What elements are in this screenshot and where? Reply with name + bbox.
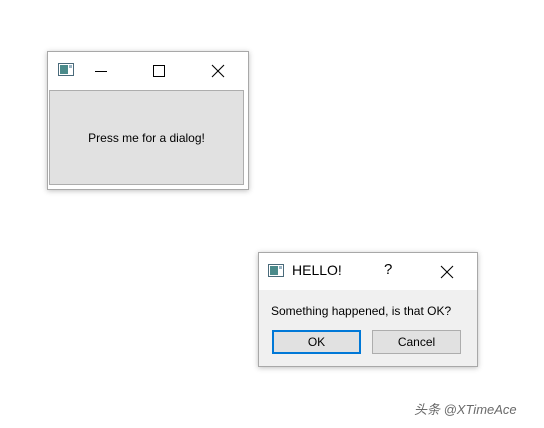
- help-button[interactable]: ?: [384, 261, 392, 278]
- cancel-button-label: Cancel: [397, 335, 436, 349]
- dialog-titlebar[interactable]: HELLO! ?: [259, 253, 477, 289]
- dialog-window: HELLO! ? Something happened, is that OK?…: [258, 252, 478, 367]
- minimize-icon[interactable]: [91, 61, 111, 81]
- ok-button-label: OK: [307, 335, 326, 349]
- close-icon[interactable]: [437, 262, 457, 282]
- watermark: 头条 @XTimeAce: [414, 402, 517, 417]
- open-dialog-button-label: Press me for a dialog!: [88, 130, 205, 145]
- main-titlebar[interactable]: [48, 52, 248, 89]
- dialog-message: Something happened, is that OK?: [271, 304, 452, 318]
- close-icon[interactable]: [208, 61, 228, 81]
- maximize-icon[interactable]: [149, 61, 169, 81]
- cancel-button[interactable]: Cancel: [372, 330, 461, 354]
- ok-button[interactable]: OK: [272, 330, 361, 354]
- dialog-title: HELLO!: [292, 262, 342, 278]
- main-window: Press me for a dialog!: [47, 51, 249, 190]
- dialog-body: Something happened, is that OK? OK Cance…: [259, 290, 477, 366]
- open-dialog-button[interactable]: Press me for a dialog!: [49, 90, 244, 185]
- window-app-icon: [58, 63, 74, 76]
- dialog-app-icon: [268, 264, 284, 277]
